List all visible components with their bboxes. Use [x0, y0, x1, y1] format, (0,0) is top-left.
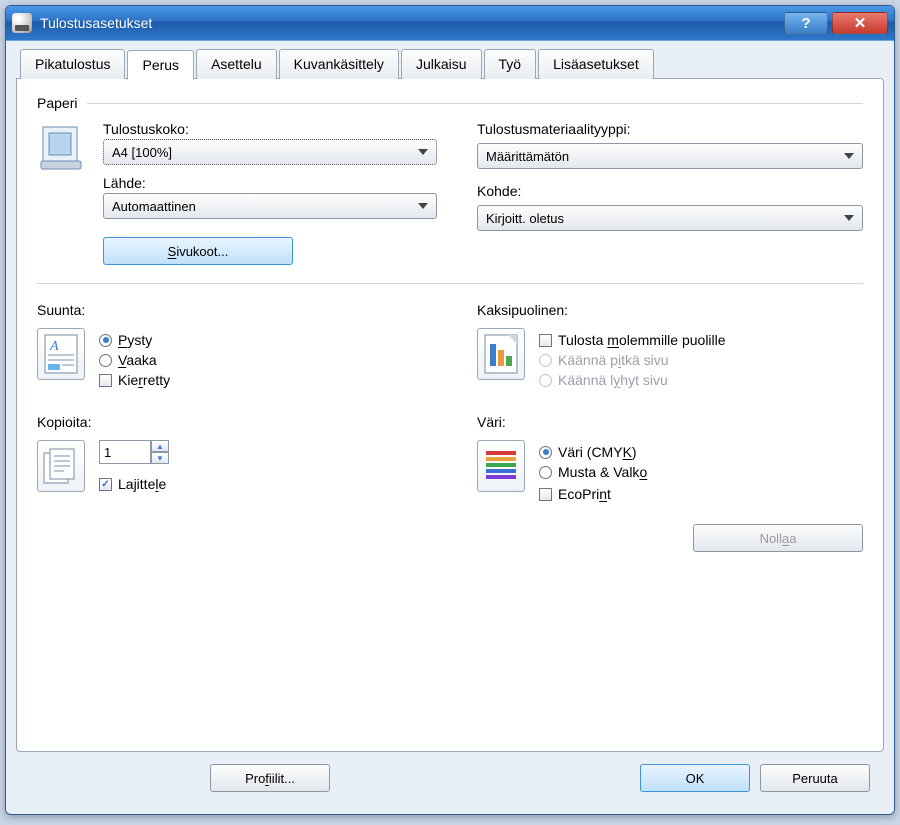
check-lajittele-label: Lajittele	[118, 476, 166, 492]
svg-text:A: A	[49, 339, 59, 354]
tulostuskoko-value: A4 [100%]	[112, 145, 172, 160]
lahde-combo[interactable]: Automaattinen	[103, 193, 437, 219]
copies-input[interactable]	[99, 440, 151, 464]
copies-icon	[37, 440, 85, 492]
materiaali-label: Tulostusmateriaalityyppi:	[477, 121, 863, 137]
kopioita-title: Kopioita:	[37, 414, 437, 430]
radio-mv[interactable]: Musta & Valko	[539, 464, 647, 480]
sivukoot-label: ivukoot...	[176, 244, 228, 259]
tab-lisaasetukset[interactable]: Lisäasetukset	[538, 49, 654, 79]
tab-pikatulostus[interactable]: Pikatulostus	[20, 49, 125, 79]
peruuta-button[interactable]: Peruuta	[760, 764, 870, 792]
kohde-label: Kohde:	[477, 183, 863, 199]
group-paperi-label: Paperi	[37, 95, 77, 111]
divider	[37, 283, 863, 284]
radio-icon	[99, 354, 112, 367]
check-ecoprint-label: EcoPrint	[558, 486, 611, 502]
orientation-icon: A	[37, 328, 85, 380]
radio-pysty-label: Pysty	[118, 332, 152, 348]
radio-icon	[539, 354, 552, 367]
tab-panel-perus: Paperi	[16, 78, 884, 752]
lahde-value: Automaattinen	[112, 199, 196, 214]
tulostuskoko-label: Tulostuskoko:	[103, 121, 437, 137]
vari-title: Väri:	[477, 414, 863, 430]
radio-cmyk-label: Väri (CMYK)	[558, 444, 637, 460]
help-button[interactable]: ?	[784, 12, 828, 34]
close-button[interactable]: ✕	[832, 12, 888, 34]
lahde-label: Lähde:	[103, 175, 437, 191]
sivukoot-button[interactable]: Sivukoot...	[103, 237, 293, 265]
check-kierretty[interactable]: Kierretty	[99, 372, 170, 388]
materiaali-combo[interactable]: Määrittämätön	[477, 143, 863, 169]
radio-pysty[interactable]: Pysty	[99, 332, 170, 348]
tabstrip: Pikatulostus Perus Asettelu Kuvankäsitte…	[20, 49, 884, 79]
window-title: Tulostusasetukset	[40, 15, 780, 31]
profiilit-button[interactable]: Profiilit...	[210, 764, 330, 792]
radio-mv-label: Musta & Valko	[558, 464, 647, 480]
peruuta-label: Peruuta	[792, 771, 838, 786]
check-molemmille[interactable]: Tulosta molemmille puolille	[539, 332, 726, 348]
radio-lyhyt-label: Käännä lyhyt sivu	[558, 372, 668, 388]
radio-cmyk[interactable]: Väri (CMYK)	[539, 444, 647, 460]
radio-pitka-label: Käännä pitkä sivu	[558, 352, 669, 368]
client-area: Pikatulostus Perus Asettelu Kuvankäsitte…	[6, 40, 894, 814]
ok-label: OK	[686, 771, 705, 786]
dialog-footer: Profiilit... OK Peruuta	[16, 752, 884, 804]
chevron-down-icon	[840, 147, 858, 165]
ok-button[interactable]: OK	[640, 764, 750, 792]
nollaa-button[interactable]: Nollaa	[693, 524, 863, 552]
printer-icon	[12, 13, 32, 33]
check-ecoprint[interactable]: EcoPrint	[539, 486, 647, 502]
tab-asettelu[interactable]: Asettelu	[196, 49, 277, 79]
window-controls: ? ✕	[780, 12, 888, 34]
copies-spinner[interactable]: ▲ ▼	[99, 440, 169, 464]
titlebar: Tulostusasetukset ? ✕	[6, 6, 894, 40]
radio-lyhyt: Käännä lyhyt sivu	[539, 372, 726, 388]
tab-perus[interactable]: Perus	[127, 50, 194, 80]
radio-vaaka-label: Vaaka	[118, 352, 157, 368]
nollaa-label: Nollaa	[760, 531, 797, 546]
checkbox-icon	[539, 488, 552, 501]
profiilit-label: Profiilit...	[245, 771, 295, 786]
color-icon	[477, 440, 525, 492]
group-paperi: Paperi	[37, 95, 863, 265]
radio-pitka: Käännä pitkä sivu	[539, 352, 726, 368]
radio-icon	[539, 446, 552, 459]
check-molemmille-label: Tulosta molemmille puolille	[558, 332, 726, 348]
tab-julkaisu[interactable]: Julkaisu	[401, 49, 482, 79]
tulostuskoko-combo[interactable]: A4 [100%]	[103, 139, 437, 165]
chevron-down-icon	[414, 197, 432, 215]
chevron-down-icon	[840, 209, 858, 227]
spin-down[interactable]: ▼	[151, 452, 169, 464]
radio-vaaka[interactable]: Vaaka	[99, 352, 170, 368]
check-kierretty-label: Kierretty	[118, 372, 170, 388]
checkbox-icon	[99, 374, 112, 387]
radio-icon	[539, 374, 552, 387]
kohde-value: Kirjoitt. oletus	[486, 211, 564, 226]
tab-tyo[interactable]: Työ	[484, 49, 537, 79]
chevron-down-icon	[414, 143, 432, 161]
kaksipuolinen-title: Kaksipuolinen:	[477, 302, 863, 318]
radio-icon	[99, 334, 112, 347]
kohde-combo[interactable]: Kirjoitt. oletus	[477, 205, 863, 231]
suunta-title: Suunta:	[37, 302, 437, 318]
print-settings-window: Tulostusasetukset ? ✕ Pikatulostus Perus…	[5, 5, 895, 815]
materiaali-value: Määrittämätön	[486, 149, 569, 164]
duplex-icon	[477, 328, 525, 380]
paper-preview-icon	[37, 121, 89, 175]
check-lajittele[interactable]: ✓ Lajittele	[99, 476, 169, 492]
radio-icon	[539, 466, 552, 479]
checkbox-icon: ✓	[99, 478, 112, 491]
checkbox-icon	[539, 334, 552, 347]
tab-kuvankasittely[interactable]: Kuvankäsittely	[279, 49, 399, 79]
spin-up[interactable]: ▲	[151, 440, 169, 452]
